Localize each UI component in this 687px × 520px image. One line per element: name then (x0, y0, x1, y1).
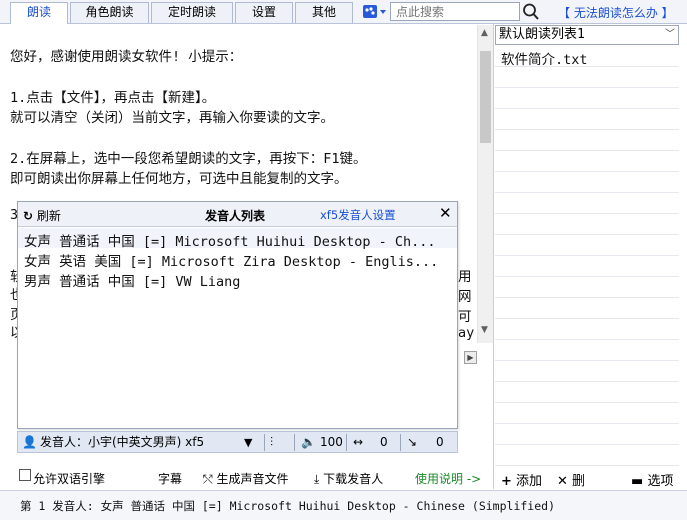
refresh-button[interactable]: ↻ 刷新 (23, 207, 61, 224)
options-label: 选项 (647, 474, 674, 489)
editor-line: 1.点击【文件】，再点击【新建】。 (10, 90, 216, 106)
tuning-icon[interactable]: ⫶ (270, 434, 273, 451)
scroll-right-icon[interactable]: ▶ (464, 351, 477, 364)
search-icon[interactable] (522, 2, 540, 22)
speaker-dropdown-icon[interactable]: ▼ (244, 434, 252, 451)
delete-button[interactable]: ✕ 删 (557, 470, 585, 489)
tab-role-read[interactable]: 角色朗读 (70, 2, 149, 23)
voice-list: 女声 普通话 中国 [=] Microsoft Huihui Desktop -… (18, 228, 457, 428)
pitch-icon: ↘ (407, 435, 418, 449)
volume-icon: 🔈 (301, 435, 316, 449)
divider (346, 434, 347, 451)
pitch-value[interactable]: 0 (436, 434, 444, 451)
scroll-up-icon[interactable]: ▲ (481, 28, 488, 38)
delete-label: 删 (572, 474, 586, 489)
speaker-select[interactable]: 小宇(中英文男声) xf5 (88, 434, 204, 451)
editor-fragment: ay (458, 325, 475, 341)
refresh-icon: ↻ (23, 209, 34, 223)
read-list-select[interactable]: 默认朗读列表1 ﹀ (495, 25, 679, 45)
generate-audio-button[interactable]: ⤲ 生成声音文件 (203, 470, 288, 487)
speed-value[interactable]: 0 (380, 434, 388, 451)
popup-header: ↻ 刷新 发音人列表 xf5发音人设置 ✕ (18, 202, 457, 227)
divider (294, 434, 295, 451)
divider (264, 434, 265, 451)
scroll-down-icon[interactable]: ▼ (481, 325, 488, 335)
tab-other[interactable]: 其他 (295, 2, 353, 23)
editor-scrollbar[interactable]: ▲ ▼ (477, 25, 493, 343)
divider (400, 434, 401, 451)
options-icon: ▬ (631, 474, 644, 489)
volume-value[interactable]: 100 (320, 434, 343, 451)
convert-icon: ⤲ (203, 472, 213, 486)
voice-item[interactable]: 男声 普通话 中国 [=] VW Liang (24, 270, 240, 290)
add-button[interactable]: + 添加 (501, 470, 542, 489)
read-list-panel: 默认朗读列表1 ﹀ 软件简介.txt (495, 25, 680, 466)
panel-divider[interactable] (493, 24, 494, 489)
editor-line: 2.在屏幕上，选中一段您希望朗读的文字，再按下：F1键。 (10, 151, 367, 167)
voice-item[interactable]: 女声 英语 美国 [=] Microsoft Zira Desktop - En… (24, 250, 438, 270)
editor-fragment: 网 (458, 289, 472, 305)
voice-item[interactable]: 女声 普通话 中国 [=] Microsoft Huihui Desktop -… (24, 230, 435, 250)
search-input[interactable] (390, 2, 520, 21)
popup-title: 发音人列表 (205, 209, 266, 223)
subtitles-button[interactable]: 字幕 (158, 470, 182, 487)
dual-engine-label[interactable]: 允许双语引擎 (33, 470, 105, 487)
bottom-toolbar: 允许双语引擎 字幕 ⤲ 生成声音文件 ⤓ 下载发音人 使用说明 -> (0, 466, 493, 490)
close-icon[interactable]: ✕ (439, 204, 452, 222)
usage-guide-link[interactable]: 使用说明 -> (415, 470, 481, 487)
download-voices-label: 下载发音人 (323, 472, 384, 486)
status-bar: 第 1 发音人: 女声 普通话 中国 [=] Microsoft Huihui … (0, 490, 687, 520)
editor-fragment: 可 (458, 309, 472, 325)
refresh-label: 刷新 (36, 209, 61, 223)
editor-line: 即可朗读出你屏幕上任何地方，可选中且能复制的文字。 (10, 171, 348, 187)
help-link[interactable]: 【 无法朗读怎么办 】 (558, 4, 674, 21)
editor-fragment: 用 (458, 269, 472, 285)
tab-settings[interactable]: 设置 (235, 2, 293, 23)
tab-read[interactable]: 朗读 (10, 2, 68, 24)
download-icon: ⤓ (314, 472, 320, 486)
speaker-label: 发音人： (40, 435, 89, 449)
speaker-icon: 👤 (22, 435, 37, 449)
tab-timed-read[interactable]: 定时朗读 (151, 2, 233, 23)
voice-list-popup: ↻ 刷新 发音人列表 xf5发音人设置 ✕ 女声 普通话 中国 [=] Micr… (17, 201, 458, 429)
voice-settings-link[interactable]: xf5发音人设置 (320, 207, 396, 223)
download-voices-button[interactable]: ⤓ 下载发音人 (314, 470, 383, 487)
top-tab-bar: 朗读 角色朗读 定时朗读 设置 其他 【 无法朗读怎么办 】 (0, 0, 687, 24)
options-button[interactable]: ▬ 选项 (631, 470, 673, 489)
read-list (495, 46, 679, 466)
editor-line: 您好，感谢使用朗读女软件! 小提示： (10, 49, 243, 65)
speed-icon: ↔ (353, 435, 364, 449)
generate-audio-label: 生成声音文件 (216, 472, 289, 486)
voice-control-bar: 👤 发音人： 小宇(中英文男声) xf5 ▼ ⫶ 🔈 100 ↔ 0 ↘ 0 (17, 431, 458, 453)
add-label: 添加 (516, 474, 543, 489)
read-list-toolbar: + 添加 ✕ 删 ▬ 选项 (495, 466, 687, 490)
list-item[interactable]: 软件简介.txt (501, 48, 588, 68)
chevron-down-icon[interactable]: ﹀ (665, 26, 675, 44)
skin-icon[interactable] (362, 3, 388, 21)
status-text: 第 1 发音人: 女声 普通话 中国 [=] Microsoft Huihui … (20, 499, 555, 513)
scroll-thumb[interactable] (480, 51, 491, 143)
editor-line: 就可以清空（关闭）当前文字，再输入你要读的文字。 (10, 110, 334, 126)
read-list-name: 默认朗读列表1 (499, 27, 585, 42)
